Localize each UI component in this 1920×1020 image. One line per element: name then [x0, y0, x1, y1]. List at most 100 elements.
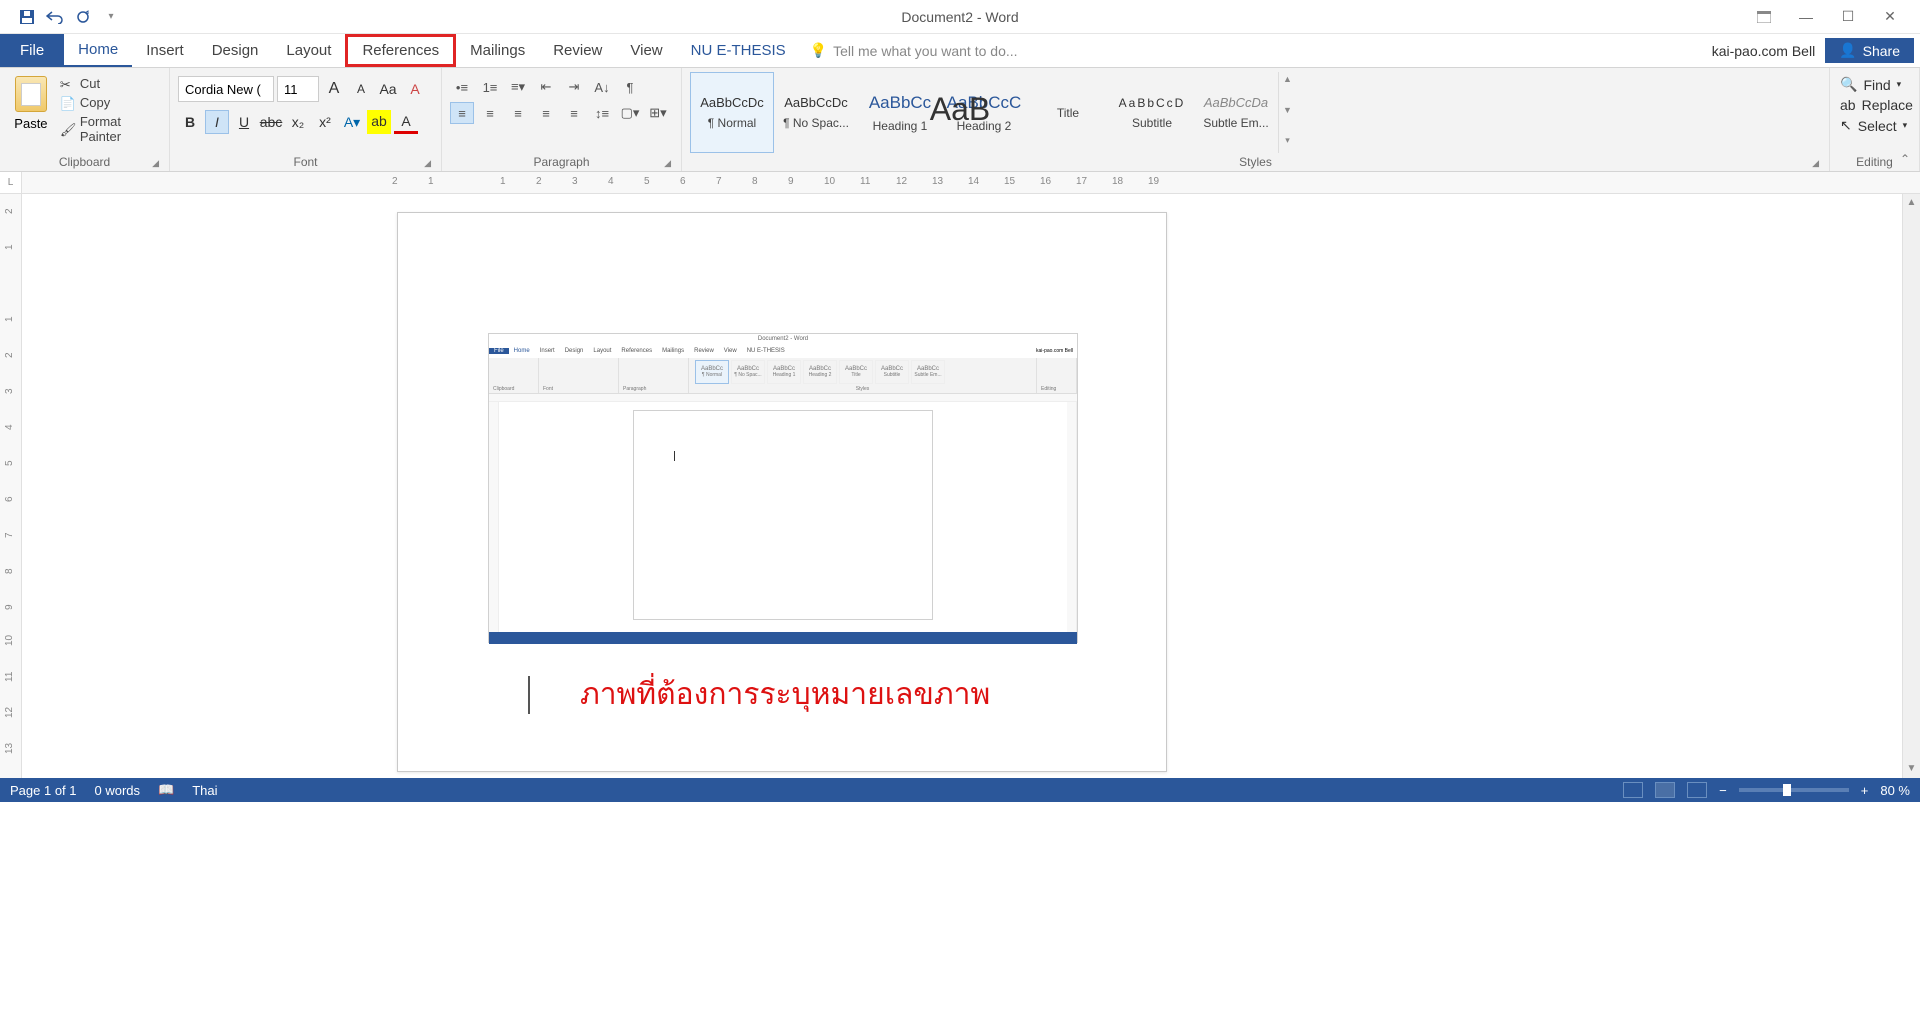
vertical-ruler[interactable]: 2112345678910111213	[0, 194, 22, 778]
font-size-combo[interactable]: 11	[277, 76, 319, 102]
styles-launcher-icon[interactable]: ◢	[1812, 158, 1819, 169]
numbering-button[interactable]: 1≡	[478, 76, 502, 98]
minimize-icon[interactable]: —	[1794, 5, 1818, 29]
tab-selector[interactable]: L	[0, 172, 22, 193]
format-painter-button[interactable]: 🖌Format Painter	[60, 114, 157, 144]
tab-view[interactable]: View	[616, 34, 676, 67]
find-button[interactable]: 🔍Find▾	[1840, 76, 1913, 93]
document-canvas[interactable]: Document2 - Word FileHomeInsertDesignLay…	[22, 194, 1902, 778]
close-icon[interactable]: ✕	[1878, 5, 1902, 29]
status-page[interactable]: Page 1 of 1	[10, 783, 77, 798]
change-case-button[interactable]: Aa	[376, 77, 400, 101]
style-subtle-em---[interactable]: AaBbCcDaSubtle Em...	[1194, 72, 1278, 153]
styles-scroll[interactable]: ▲▼▾	[1278, 72, 1296, 153]
tab-design[interactable]: Design	[198, 34, 273, 67]
cut-button[interactable]: ✂Cut	[60, 76, 157, 91]
font-launcher-icon[interactable]: ◢	[424, 158, 431, 169]
scroll-down-icon[interactable]: ▼	[1903, 760, 1920, 778]
read-mode-icon[interactable]	[1623, 782, 1643, 798]
font-name-combo[interactable]: Cordia New (	[178, 76, 274, 102]
clear-formatting-button[interactable]: A	[403, 77, 427, 101]
scroll-up-icon[interactable]: ▲	[1903, 194, 1920, 212]
clipboard-launcher-icon[interactable]: ◢	[152, 158, 159, 169]
grow-font-button[interactable]: A	[322, 77, 346, 101]
copy-button[interactable]: 📄Copy	[60, 95, 157, 110]
title-bar: ▾ Document2 - Word — ☐ ✕	[0, 0, 1920, 34]
style---normal[interactable]: AaBbCcDc¶ Normal	[690, 72, 774, 153]
line-spacing-button[interactable]: ↕≡	[590, 102, 614, 124]
tell-me-placeholder: Tell me what you want to do...	[833, 43, 1017, 59]
increase-indent-button[interactable]: ⇥	[562, 76, 586, 98]
paragraph-launcher-icon[interactable]: ◢	[664, 158, 671, 169]
editing-label: Editing	[1856, 155, 1893, 169]
tab-review[interactable]: Review	[539, 34, 616, 67]
superscript-button[interactable]: x²	[313, 110, 337, 134]
text-effects-button[interactable]: A▾	[340, 110, 364, 134]
show-marks-button[interactable]: ¶	[618, 76, 642, 98]
shrink-font-button[interactable]: A	[349, 77, 373, 101]
undo-icon[interactable]	[46, 8, 64, 26]
horizontal-ruler[interactable]: 2112345678910111213141516171819	[22, 172, 1920, 193]
save-icon[interactable]	[18, 8, 36, 26]
ribbon: Paste ✂Cut 📄Copy 🖌Format Painter Clipboa…	[0, 68, 1920, 172]
style-title[interactable]: AaBTitle	[1026, 72, 1110, 153]
print-layout-icon[interactable]	[1655, 782, 1675, 798]
tab-home[interactable]: Home	[64, 34, 132, 67]
align-right-button[interactable]: ≡	[506, 102, 530, 124]
zoom-level[interactable]: 80 %	[1880, 783, 1910, 798]
subscript-button[interactable]: x₂	[286, 110, 310, 134]
status-words[interactable]: 0 words	[95, 783, 141, 798]
paste-button[interactable]: Paste	[8, 72, 54, 131]
zoom-out-icon[interactable]: −	[1719, 783, 1727, 798]
tab-layout[interactable]: Layout	[272, 34, 345, 67]
tab-references[interactable]: References	[345, 34, 456, 67]
distributed-button[interactable]: ≡	[562, 102, 586, 124]
multilevel-list-button[interactable]: ≡▾	[506, 76, 530, 98]
emb-ruler	[489, 394, 1077, 402]
maximize-icon[interactable]: ☐	[1836, 5, 1860, 29]
shading-button[interactable]: ▢▾	[618, 102, 642, 124]
styles-label: Styles	[1239, 155, 1272, 169]
web-layout-icon[interactable]	[1687, 782, 1707, 798]
zoom-slider[interactable]	[1739, 788, 1849, 792]
align-center-button[interactable]: ≡	[478, 102, 502, 124]
qat-customize-icon[interactable]: ▾	[102, 8, 120, 26]
highlight-button[interactable]: ab	[367, 110, 391, 134]
tell-me-search[interactable]: 💡 Tell me what you want to do...	[800, 34, 1018, 67]
ribbon-display-icon[interactable]	[1752, 5, 1776, 29]
share-button[interactable]: 👤 Share	[1825, 38, 1914, 63]
borders-button[interactable]: ⊞▾	[646, 102, 670, 124]
collapse-ribbon-icon[interactable]: ⌃	[1900, 152, 1910, 166]
spellcheck-icon[interactable]: 📖	[158, 782, 174, 798]
embedded-screenshot: Document2 - Word FileHomeInsertDesignLay…	[488, 333, 1078, 643]
account-name[interactable]: kai-pao.com Bell	[1712, 43, 1816, 59]
justify-button[interactable]: ≡	[534, 102, 558, 124]
align-left-button[interactable]: ≡	[450, 102, 474, 124]
share-icon: 👤	[1839, 42, 1856, 59]
tab-file[interactable]: File	[0, 34, 64, 67]
underline-button[interactable]: U	[232, 110, 256, 134]
bullets-button[interactable]: •≡	[450, 76, 474, 98]
text-cursor	[528, 676, 530, 714]
tab-insert[interactable]: Insert	[132, 34, 198, 67]
style-subtitle[interactable]: AaBbCcDSubtitle	[1110, 72, 1194, 153]
tab-mailings[interactable]: Mailings	[456, 34, 539, 67]
bold-button[interactable]: B	[178, 110, 202, 134]
vertical-scrollbar[interactable]: ▲ ▼	[1902, 194, 1920, 778]
emb-page	[633, 410, 933, 620]
redo-icon[interactable]	[74, 8, 92, 26]
style---no-spac---[interactable]: AaBbCcDc¶ No Spac...	[774, 72, 858, 153]
tab-nu-ethesis[interactable]: NU E-THESIS	[677, 34, 800, 67]
sort-button[interactable]: A↓	[590, 76, 614, 98]
zoom-in-icon[interactable]: +	[1861, 783, 1869, 798]
decrease-indent-button[interactable]: ⇤	[534, 76, 558, 98]
status-language[interactable]: Thai	[192, 783, 217, 798]
scissors-icon: ✂	[60, 77, 74, 91]
group-paragraph: •≡ 1≡ ≡▾ ⇤ ⇥ A↓ ¶ ≡ ≡ ≡ ≡ ≡ ↕≡ ▢▾ ⊞▾ Par…	[442, 68, 682, 171]
strikethrough-button[interactable]: abc	[259, 110, 283, 134]
page: Document2 - Word FileHomeInsertDesignLay…	[397, 212, 1167, 772]
select-button[interactable]: ↖Select▾	[1840, 117, 1913, 134]
italic-button[interactable]: I	[205, 110, 229, 134]
font-color-button[interactable]: A	[394, 110, 418, 134]
replace-button[interactable]: abReplace	[1840, 97, 1913, 113]
